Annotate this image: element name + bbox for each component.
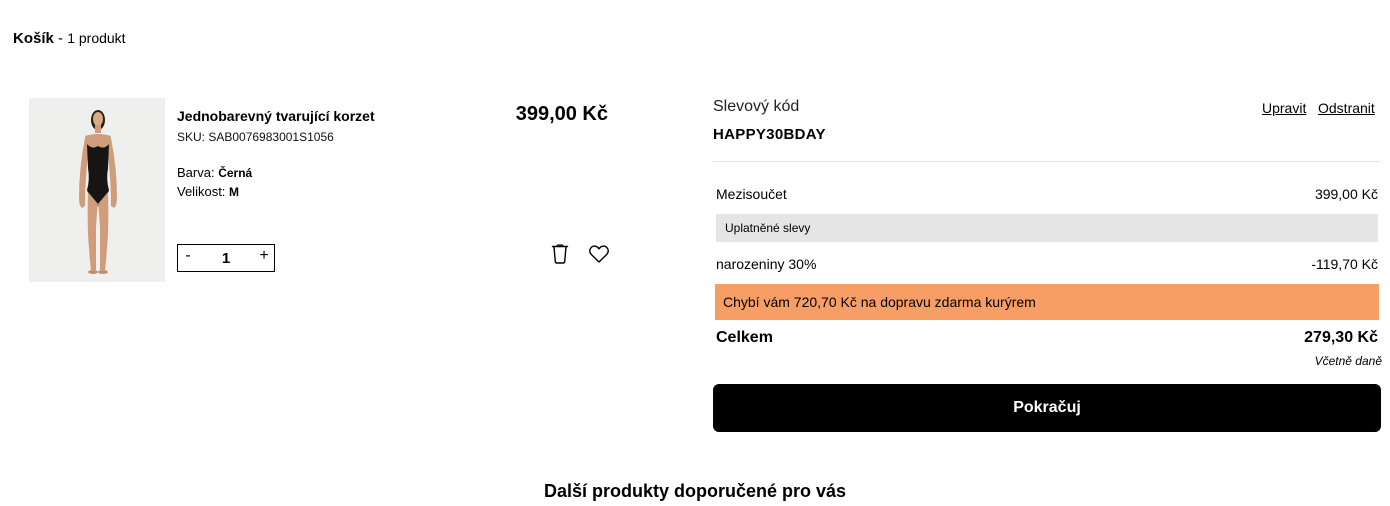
product-name[interactable]: Jednobarevný tvarující korzet: [177, 108, 375, 124]
free-shipping-notice: Chybí vám 720,70 Kč na dopravu zdarma ku…: [715, 284, 1379, 320]
wishlist-button[interactable]: [587, 242, 611, 266]
color-value: Černá: [218, 166, 253, 180]
recommendations-title: Další produkty doporučené pro vás: [543, 481, 847, 501]
tax-note: Včetně daně: [1314, 354, 1382, 368]
remove-item-button[interactable]: [548, 242, 572, 266]
quantity-stepper: - 1 +: [177, 244, 275, 272]
subtotal-label: Mezisoučet: [716, 186, 787, 202]
size-value: M: [229, 185, 240, 199]
cart-item-count: 1 produkt: [67, 30, 126, 46]
free-shipping-text: Chybí vám 720,70 Kč na dopravu zdarma ku…: [723, 294, 1036, 310]
product-sku: SKU: SAB0076983001S1056: [177, 130, 334, 144]
product-image[interactable]: [29, 98, 165, 282]
discount-code-label: Slevový kód: [713, 98, 800, 115]
subtotal-value: 399,00 Kč: [1314, 186, 1378, 202]
model-photo-icon: [29, 98, 165, 282]
discount-code-value: HAPPY30BDAY: [713, 126, 826, 143]
product-color: Barva: Černá: [177, 165, 252, 180]
cart-heading: Košík: [13, 30, 54, 47]
quantity-value[interactable]: 1: [204, 245, 248, 271]
trash-icon: [551, 244, 569, 264]
heart-icon: [589, 245, 609, 263]
applied-discounts-label: Uplatněné slevy: [725, 221, 811, 235]
promo-label: narozeniny 30%: [716, 256, 817, 272]
remove-discount-link[interactable]: Odstranit: [1318, 100, 1375, 116]
color-label: Barva:: [177, 165, 215, 180]
quantity-decrease-button[interactable]: -: [178, 245, 198, 271]
total-label: Celkem: [716, 329, 773, 346]
product-price: 399,00 Kč: [515, 103, 608, 125]
product-size: Velikost: M: [177, 184, 239, 199]
cart-title: Košík - 1 produkt: [13, 30, 126, 47]
applied-discounts-bar: Uplatněné slevy: [716, 214, 1378, 242]
total-value: 279,30 Kč: [1304, 329, 1378, 346]
summary-divider: [713, 161, 1381, 162]
promo-value: -119,70 Kč: [1311, 256, 1378, 272]
quantity-increase-button[interactable]: +: [254, 245, 274, 271]
size-label: Velikost:: [177, 184, 226, 199]
edit-discount-link[interactable]: Upravit: [1262, 100, 1306, 116]
cart-title-separator: -: [53, 30, 68, 47]
continue-button[interactable]: Pokračuj: [713, 384, 1381, 432]
